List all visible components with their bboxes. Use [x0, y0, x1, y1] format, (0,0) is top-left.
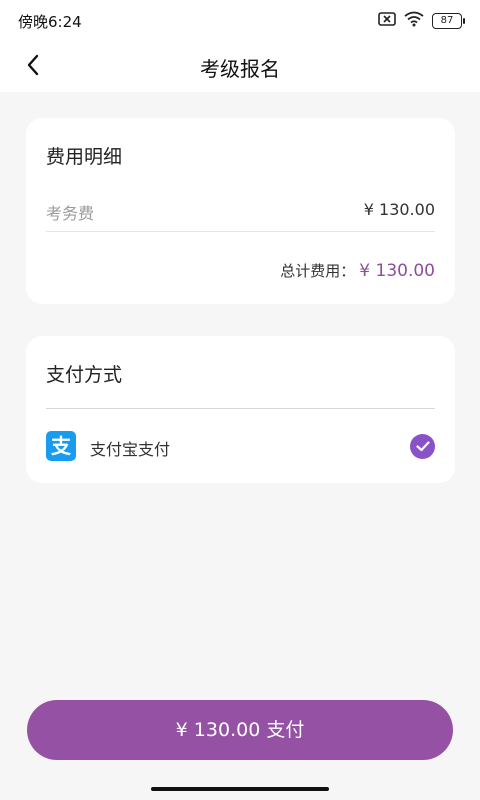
pay-button[interactable]: ¥ 130.00 支付	[27, 700, 453, 760]
navigation-bar: 考级报名	[0, 42, 480, 92]
fee-row: 考务费 ¥ 130.00	[46, 200, 435, 232]
sim-card-off-icon	[378, 11, 396, 31]
fee-details-card: 费用明细 考务费 ¥ 130.00 总计费用： ¥ 130.00	[26, 118, 455, 304]
payment-option-label: 支付宝支付	[90, 440, 171, 459]
checkmark-icon[interactable]	[410, 434, 435, 459]
payment-method-card: 支付方式 支 支付宝支付	[26, 336, 455, 483]
alipay-icon: 支	[46, 431, 76, 461]
fee-value: ¥ 130.00	[363, 200, 435, 219]
page-title: 考级报名	[200, 57, 280, 81]
total-value: ¥ 130.00	[359, 261, 435, 281]
fee-label: 考务费	[46, 204, 95, 223]
home-indicator[interactable]	[151, 787, 329, 791]
wifi-icon	[404, 11, 424, 31]
total-label: 总计费用：	[280, 262, 356, 280]
total-row: 总计费用： ¥ 130.00	[280, 260, 435, 281]
fee-details-title: 费用明细	[46, 146, 123, 168]
status-time: 傍晚6:24	[18, 13, 82, 31]
divider	[46, 408, 435, 409]
status-bar: 傍晚6:24 87	[0, 0, 480, 42]
payment-option-alipay[interactable]: 支 支付宝支付	[46, 431, 435, 463]
status-icons: 87	[378, 11, 465, 31]
battery-icon: 87	[432, 13, 465, 29]
payment-method-title: 支付方式	[46, 364, 123, 386]
